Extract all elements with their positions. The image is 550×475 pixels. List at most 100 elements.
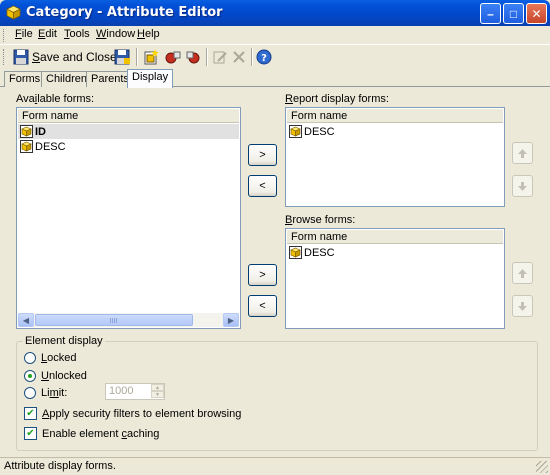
tab-children[interactable]: Children — [41, 71, 92, 87]
edit-button[interactable] — [212, 47, 228, 67]
display-tab-panel: Available forms: Form name ID DESC ◀ ▶ >… — [4, 87, 546, 457]
spin-up-icon[interactable]: ▲ — [151, 384, 164, 391]
arrow-down-icon — [518, 301, 527, 311]
scroll-left-icon[interactable]: ◀ — [18, 313, 34, 327]
list-item[interactable]: DESC — [18, 139, 239, 154]
save-icon — [114, 49, 130, 65]
available-forms-label: Available forms: — [16, 93, 95, 105]
help-icon: ? — [256, 49, 272, 65]
menu-window[interactable]: Window — [96, 28, 135, 40]
move-down-button[interactable] — [512, 175, 533, 197]
toolbar-separator — [136, 48, 138, 66]
arrow-down-icon — [518, 181, 527, 191]
remove-from-report-button[interactable]: < — [248, 175, 277, 197]
limit-spinner[interactable]: 1000 ▲ ▼ — [105, 383, 165, 400]
security-filters-checkbox[interactable]: ✔ Apply security filters to element brow… — [24, 407, 241, 420]
browse-forms-list[interactable]: Form name DESC — [285, 228, 505, 329]
menu-help[interactable]: Help — [137, 28, 160, 40]
scroll-right-icon[interactable]: ▶ — [223, 313, 239, 327]
radio-button[interactable] — [24, 387, 36, 399]
form-cube-icon — [289, 125, 302, 138]
close-icon: ✕ — [531, 6, 542, 21]
form-name: DESC — [304, 246, 335, 259]
menu-edit[interactable]: Edit — [38, 28, 57, 40]
available-forms-list[interactable]: Form name ID DESC ◀ ▶ — [16, 107, 241, 329]
close-button[interactable]: ✕ — [526, 3, 547, 24]
save-button[interactable] — [114, 47, 130, 67]
add-to-browse-button[interactable]: > — [248, 264, 277, 286]
remove-from-browse-button[interactable]: < — [248, 295, 277, 317]
limit-radio[interactable]: Limit: — [24, 387, 67, 399]
arrow-up-icon — [518, 268, 527, 278]
column-header-form-name[interactable]: Form name — [287, 109, 503, 123]
maximize-button[interactable]: □ — [503, 3, 524, 24]
toolbar-separator — [206, 48, 208, 66]
security-filters-label: Apply security filters to element browsi… — [42, 407, 242, 420]
radio-button[interactable] — [24, 370, 36, 382]
toolbar-grip — [3, 49, 6, 65]
add-to-report-button[interactable]: > — [248, 144, 277, 166]
menu-grip — [3, 29, 6, 42]
form-name: DESC — [35, 140, 66, 153]
help-button[interactable]: ? — [256, 47, 272, 67]
form-name: DESC — [304, 125, 335, 138]
list-item[interactable]: DESC — [287, 124, 503, 139]
remove-forms-button[interactable] — [186, 47, 202, 67]
tab-strip: Forms Children Parents Display — [0, 69, 550, 88]
minimize-icon: – — [487, 6, 494, 21]
browse-forms-label: Browse forms: — [285, 214, 356, 226]
title-bar[interactable]: Category - Attribute Editor – □ ✕ — [0, 0, 550, 26]
save-and-close-button[interactable]: Save and Close — [13, 47, 117, 67]
form-cube-icon — [20, 125, 33, 138]
unlocked-radio[interactable]: Unlocked — [24, 370, 87, 382]
attribute-cube-icon — [6, 5, 21, 20]
element-caching-checkbox[interactable]: ✔ Enable element caching — [24, 427, 159, 440]
new-form-button[interactable] — [143, 47, 159, 67]
limit-value: 1000 — [109, 385, 134, 397]
arrow-up-icon — [518, 148, 527, 158]
edit-disabled-icon — [213, 51, 227, 64]
new-form-icon — [144, 49, 159, 65]
list-item[interactable]: ID — [18, 124, 239, 139]
add-forms-icon — [165, 51, 181, 64]
element-caching-label: Enable element caching — [42, 427, 160, 440]
status-bar: Attribute display forms. — [0, 457, 550, 475]
horizontal-scrollbar[interactable]: ◀ ▶ — [18, 313, 239, 327]
add-forms-button[interactable] — [165, 47, 181, 67]
report-display-forms-label: Report display forms: — [285, 93, 389, 105]
report-display-forms-list[interactable]: Form name DESC — [285, 107, 505, 207]
move-down-button[interactable] — [512, 295, 533, 317]
form-name: ID — [35, 125, 46, 138]
maximize-icon: □ — [509, 6, 518, 21]
locked-label: Locked — [41, 352, 77, 364]
spin-down-icon[interactable]: ▼ — [151, 391, 164, 398]
radio-button[interactable] — [24, 352, 36, 364]
column-header-form-name[interactable]: Form name — [287, 230, 503, 244]
limit-label: Limit: — [41, 387, 68, 399]
column-header-form-name[interactable]: Form name — [18, 109, 239, 123]
move-up-button[interactable] — [512, 262, 533, 284]
remove-forms-icon — [186, 51, 200, 64]
minimize-button[interactable]: – — [480, 3, 501, 24]
menu-tools[interactable]: Tools — [64, 28, 90, 40]
tab-display[interactable]: Display — [127, 69, 174, 88]
toolbar-separator — [251, 48, 253, 66]
scrollbar-thumb[interactable] — [35, 314, 193, 326]
menu-file[interactable]: File — [15, 28, 33, 40]
window-title: Category - Attribute Editor — [26, 5, 223, 20]
delete-button[interactable] — [231, 47, 247, 67]
menu-bar: File Edit Tools Window Help — [0, 26, 550, 44]
list-item[interactable]: DESC — [287, 245, 503, 260]
status-text: Attribute display forms. — [4, 460, 116, 472]
move-up-button[interactable] — [512, 142, 533, 164]
checkbox[interactable]: ✔ — [24, 407, 37, 420]
toolbar: Save and Close ? — [0, 44, 550, 68]
save-icon — [13, 49, 29, 65]
tab-forms[interactable]: Forms — [4, 71, 46, 87]
locked-radio[interactable]: Locked — [24, 352, 76, 364]
unlocked-label: Unlocked — [41, 370, 87, 382]
resize-grip-icon[interactable] — [536, 461, 548, 473]
form-cube-icon — [289, 246, 302, 259]
checkbox[interactable]: ✔ — [24, 427, 37, 440]
element-display-title: Element display — [23, 335, 105, 347]
